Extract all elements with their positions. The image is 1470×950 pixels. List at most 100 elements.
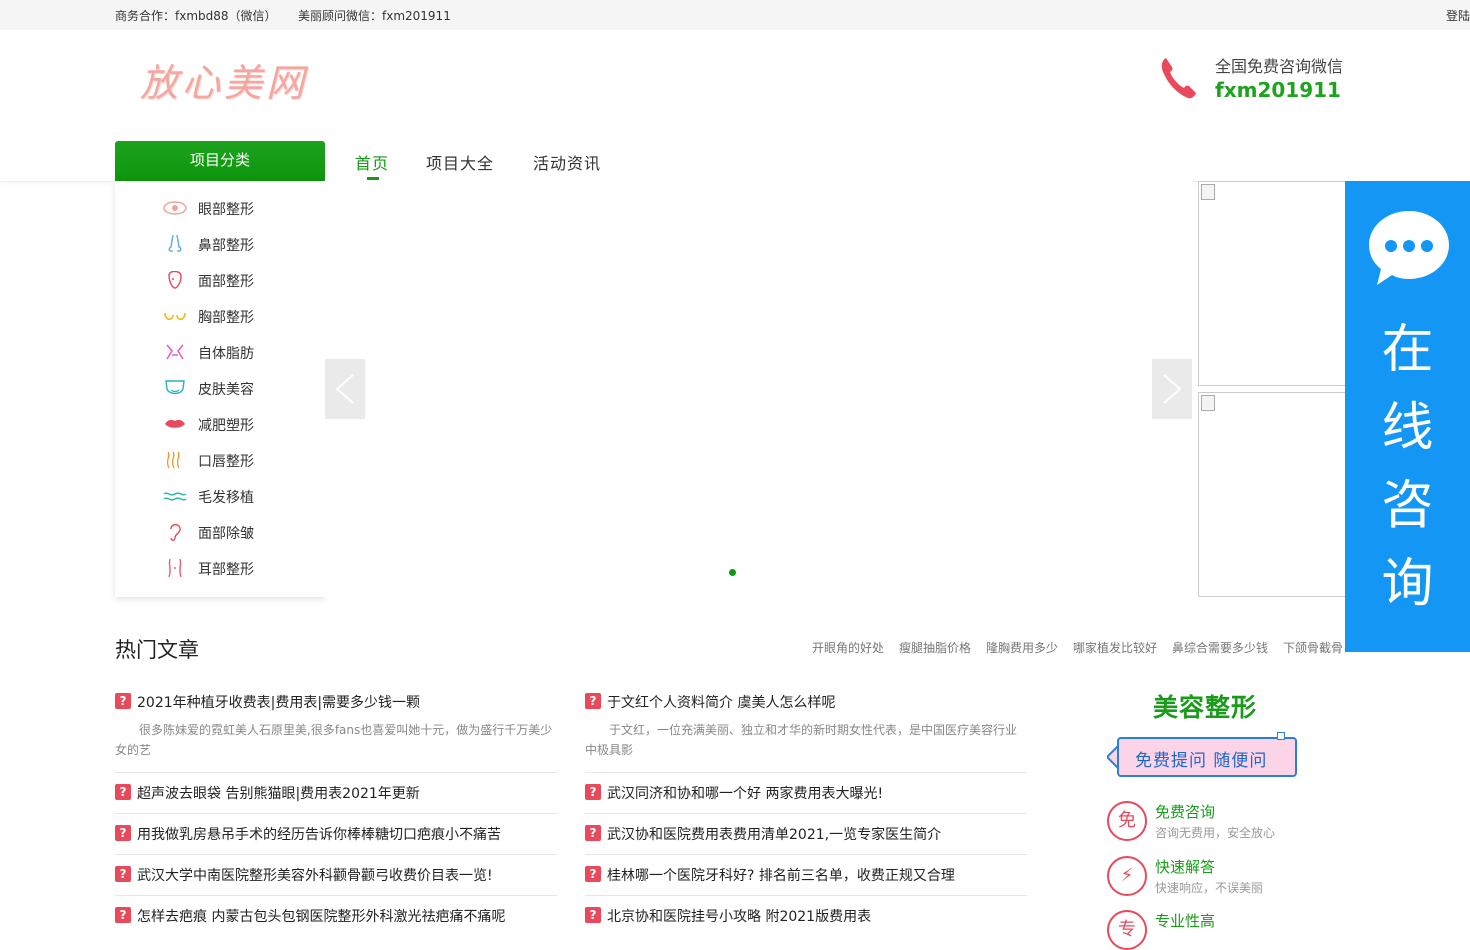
- slider-dot-active[interactable]: [729, 569, 736, 576]
- side-banner-image[interactable]: [1198, 392, 1348, 597]
- category-item-lips[interactable]: 口唇整形: [163, 448, 313, 472]
- category-item-skin[interactable]: 皮肤美容: [163, 376, 313, 400]
- face-icon: [168, 271, 182, 289]
- nav-home[interactable]: 首页: [355, 150, 389, 174]
- beauty-section-title: 美容整形: [1153, 693, 1258, 722]
- nose-icon: [168, 235, 182, 252]
- category-item-face[interactable]: 面部整形: [163, 268, 313, 292]
- broken-image-icon: [1201, 395, 1215, 411]
- divider: [585, 854, 1027, 855]
- question-icon: ?: [585, 825, 601, 841]
- article-title[interactable]: 武汉同济和协和哪一个好 两家费用表大曝光!: [607, 783, 883, 803]
- login-link[interactable]: 登陆: [1446, 7, 1470, 24]
- feature-title: 免费咨询: [1155, 803, 1216, 821]
- category-label: 口唇整形: [198, 454, 254, 470]
- feature-title: 专业性高: [1155, 912, 1216, 930]
- nav-projects[interactable]: 项目大全: [426, 150, 494, 174]
- hot-tag-link[interactable]: 隆胸费用多少: [986, 639, 1058, 656]
- free-icon: 免: [1107, 801, 1147, 841]
- hot-tag-link[interactable]: 瘦腿抽脂价格: [899, 639, 971, 656]
- side-banner-image[interactable]: [1198, 181, 1348, 386]
- banner-slider: [325, 181, 1192, 597]
- feature-title: 快速解答: [1155, 858, 1216, 876]
- category-item-slim[interactable]: 减肥塑形: [163, 412, 313, 436]
- consult-char: 在: [1381, 320, 1434, 380]
- online-consult-float[interactable]: 在 线 咨 询: [1345, 181, 1470, 652]
- phone-icon: [1161, 58, 1196, 99]
- chat-bubble-icon: [1369, 211, 1449, 285]
- article-title[interactable]: 武汉大学中南医院整形美容外科颧骨颧弓收费价目表一览!: [137, 865, 493, 885]
- category-label: 毛发移植: [198, 490, 254, 506]
- site-logo[interactable]: 放心美网: [140, 52, 308, 107]
- hot-tag-link[interactable]: 哪家植发比较好: [1073, 639, 1157, 656]
- slider-next-button[interactable]: [1152, 359, 1192, 419]
- category-label: 眼部整形: [198, 202, 254, 218]
- feature-desc: 快速响应，不误美丽: [1155, 881, 1264, 895]
- feature-desc: 咨询无费用，安全放心: [1155, 826, 1276, 840]
- consult-char: 咨: [1381, 476, 1434, 536]
- question-icon: ?: [115, 907, 131, 923]
- chevron-right-icon: [1163, 374, 1182, 404]
- article-title[interactable]: 于文红个人资料简介 虞美人怎么样呢: [607, 692, 835, 712]
- consult-char: 线: [1381, 398, 1434, 458]
- category-label: 皮肤美容: [198, 382, 254, 398]
- category-menu-header[interactable]: 项目分类: [115, 141, 325, 181]
- divider: [115, 854, 557, 855]
- category-label: 胸部整形: [198, 310, 254, 326]
- hot-tag-link[interactable]: 下颌骨截骨: [1283, 639, 1343, 656]
- divider: [585, 895, 1027, 896]
- category-label: 减肥塑形: [198, 418, 254, 434]
- professional-icon: 专: [1107, 910, 1147, 950]
- question-icon: ?: [115, 693, 131, 709]
- article-title[interactable]: 2021年种植牙收费表|费用表|需要多少钱一颗: [137, 692, 420, 712]
- question-icon: ?: [585, 784, 601, 800]
- article-title[interactable]: 超声波去眼袋 告别熊猫眼|费用表2021年更新: [137, 783, 420, 803]
- article-title[interactable]: 用我做乳房悬吊手术的经历告诉你棒棒糖切口疤痕小不痛苦: [137, 824, 501, 844]
- lightning-icon: ⚡: [1107, 856, 1147, 896]
- category-label: 鼻部整形: [198, 238, 254, 254]
- hot-tag-link[interactable]: 开眼角的好处: [812, 639, 884, 656]
- divider: [115, 895, 557, 896]
- divider: [585, 772, 1027, 773]
- hotline-label: 全国免费咨询微信: [1215, 57, 1344, 76]
- nav-news[interactable]: 活动资讯: [533, 150, 601, 174]
- skin-icon: [165, 380, 185, 395]
- nav-active-indicator: [367, 177, 379, 180]
- broken-image-icon: [1201, 184, 1215, 200]
- wave-icon: [166, 451, 180, 469]
- article-summary: 很多陈妹爱的霓虹美人石原里美,很多fans也喜爱叫她十元，做为盛行千万美少女的艺: [115, 723, 553, 757]
- hotline-wechat-id: fxm201911: [1215, 78, 1341, 102]
- article-title[interactable]: 怎样去疤痕 内蒙古包头包钢医院整形外科激光祛疤痛不痛呢: [137, 906, 505, 926]
- question-icon: ?: [115, 784, 131, 800]
- body-fat-icon: [166, 344, 184, 360]
- question-icon: ?: [585, 907, 601, 923]
- category-item-ear[interactable]: 耳部整形: [163, 556, 313, 580]
- category-item-chest[interactable]: 胸部整形: [163, 304, 313, 328]
- ear-icon: [170, 523, 181, 541]
- category-item-hair[interactable]: 毛发移植: [163, 484, 313, 508]
- hot-tag-link[interactable]: 鼻综合需要多少钱: [1172, 639, 1268, 656]
- article-title[interactable]: 武汉协和医院费用表费用清单2021,一览专家医生简介: [607, 824, 941, 844]
- article-title[interactable]: 桂林哪一个医院牙科好? 排名前三名单，收费正规又合理: [607, 865, 955, 885]
- category-item-fat[interactable]: 自体脂肪: [163, 340, 313, 364]
- business-contact: 商务合作：fxmbd88（微信）: [115, 9, 277, 23]
- lips-icon: [165, 419, 185, 428]
- free-ask-label: 免费提问 随便问: [1135, 751, 1268, 771]
- category-item-wrinkle[interactable]: 面部除皱: [163, 520, 313, 544]
- category-item-eye[interactable]: 眼部整形: [163, 196, 313, 220]
- article-title[interactable]: 北京协和医院挂号小攻略 附2021版费用表: [607, 906, 871, 926]
- category-label: 耳部整形: [198, 562, 254, 578]
- divider: [585, 813, 1027, 814]
- divider: [115, 772, 557, 773]
- category-label: 面部整形: [198, 274, 254, 290]
- question-icon: ?: [115, 866, 131, 882]
- category-item-nose[interactable]: 鼻部整形: [163, 232, 313, 256]
- slider-prev-button[interactable]: [325, 359, 365, 419]
- top-bar: 商务合作：fxmbd88（微信） 美丽顾问微信：fxm201911 登陆: [0, 0, 1470, 30]
- chevron-left-icon: [335, 374, 354, 404]
- badge-corner: [1277, 732, 1285, 740]
- question-icon: ?: [585, 693, 601, 709]
- category-label: 面部除皱: [198, 526, 254, 542]
- free-ask-button[interactable]: 免费提问 随便问: [1107, 732, 1307, 785]
- question-icon: ?: [585, 866, 601, 882]
